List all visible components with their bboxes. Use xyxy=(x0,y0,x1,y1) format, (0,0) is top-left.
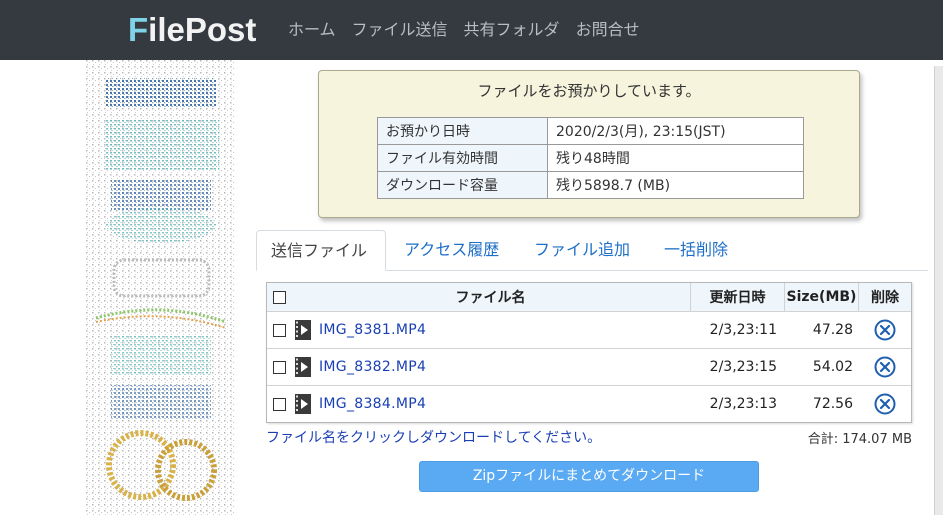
file-name-link[interactable]: IMG_8381.MP4 xyxy=(319,322,426,338)
nav-contact[interactable]: お問合せ xyxy=(576,18,640,42)
tab-access-history[interactable]: アクセス履歴 xyxy=(390,230,513,270)
info-value: 残り48時間 xyxy=(547,144,804,172)
file-tabs: 送信ファイル アクセス履歴 ファイル追加 一括削除 xyxy=(256,230,928,271)
main-nav: ホーム ファイル送信 共有フォルダ お問合せ xyxy=(288,18,640,42)
info-label: ファイル有効時間 xyxy=(377,144,548,172)
video-file-icon xyxy=(295,320,311,340)
col-header-name: ファイル名 xyxy=(291,283,691,311)
file-size: 47.28 xyxy=(812,322,853,338)
file-table-header: ファイル名 更新日時 Size(MB) 削除 xyxy=(267,283,911,311)
info-label: ダウンロード容量 xyxy=(377,171,548,199)
file-table: ファイル名 更新日時 Size(MB) 削除 IMG_8381.MP4 2/3,… xyxy=(266,282,912,423)
video-file-icon xyxy=(295,394,311,414)
file-size: 54.02 xyxy=(812,359,853,375)
info-row-valid-time: ファイル有効時間 残り48時間 xyxy=(377,144,804,172)
banner-graphic xyxy=(86,60,236,515)
file-name-link[interactable]: IMG_8382.MP4 xyxy=(319,359,426,375)
col-header-size: Size(MB) xyxy=(785,283,859,311)
filepost-logo[interactable]: FilePost xyxy=(128,8,256,52)
table-row: IMG_8382.MP4 2/3,23:15 54.02 xyxy=(267,348,911,385)
row-checkbox[interactable] xyxy=(272,323,286,337)
deposit-notice-title: ファイルをお預かりしています。 xyxy=(477,82,701,100)
info-row-deposit-date: お預かり日時 2020/2/3(月), 23:15(JST) xyxy=(377,117,804,145)
delete-circle-x-icon[interactable] xyxy=(874,356,896,378)
video-file-icon xyxy=(295,357,311,377)
nav-shared-folder[interactable]: 共有フォルダ xyxy=(464,18,560,42)
table-row: IMG_8384.MP4 2/3,23:13 72.56 xyxy=(267,385,911,422)
top-navbar: FilePost ホーム ファイル送信 共有フォルダ お問合せ xyxy=(0,0,943,60)
tab-add-file[interactable]: ファイル追加 xyxy=(520,230,644,270)
select-all-checkbox[interactable] xyxy=(272,290,286,304)
tab-bulk-delete[interactable]: 一括削除 xyxy=(650,230,742,270)
file-date: 2/3,23:15 xyxy=(709,359,777,375)
file-size: 72.56 xyxy=(812,396,853,412)
zip-download-button[interactable]: Zipファイルにまとめてダウンロード xyxy=(419,461,759,492)
side-banner-image[interactable] xyxy=(86,60,236,515)
row-checkbox[interactable] xyxy=(272,397,286,411)
tab-sent-files[interactable]: 送信ファイル xyxy=(256,230,386,271)
info-value: 残り5898.7 (MB) xyxy=(547,171,804,199)
delete-circle-x-icon[interactable] xyxy=(874,393,896,415)
deposit-info-table: お預かり日時 2020/2/3(月), 23:15(JST) ファイル有効時間 … xyxy=(377,117,804,199)
info-row-download-capacity: ダウンロード容量 残り5898.7 (MB) xyxy=(377,171,804,199)
file-date: 2/3,23:13 xyxy=(709,396,777,412)
col-header-delete: 削除 xyxy=(871,290,899,306)
table-row: IMG_8381.MP4 2/3,23:11 47.28 xyxy=(267,311,911,348)
download-hint-text: ファイル名をクリックしダウンロードしてください。 xyxy=(266,430,602,446)
row-checkbox[interactable] xyxy=(272,360,286,374)
page-scrollbar[interactable] xyxy=(934,66,943,515)
file-date: 2/3,23:11 xyxy=(709,322,777,338)
file-name-link[interactable]: IMG_8384.MP4 xyxy=(319,396,426,412)
delete-circle-x-icon[interactable] xyxy=(874,319,896,341)
nav-home[interactable]: ホーム xyxy=(288,18,336,42)
info-value: 2020/2/3(月), 23:15(JST) xyxy=(547,117,804,145)
deposit-info-panel: ファイルをお預かりしています。 お預かり日時 2020/2/3(月), 23:1… xyxy=(318,70,860,218)
info-label: お預かり日時 xyxy=(377,117,548,145)
total-size: 合計: 174.07 MB xyxy=(807,432,912,447)
nav-file-send[interactable]: ファイル送信 xyxy=(352,18,448,42)
col-header-date: 更新日時 xyxy=(691,283,785,311)
